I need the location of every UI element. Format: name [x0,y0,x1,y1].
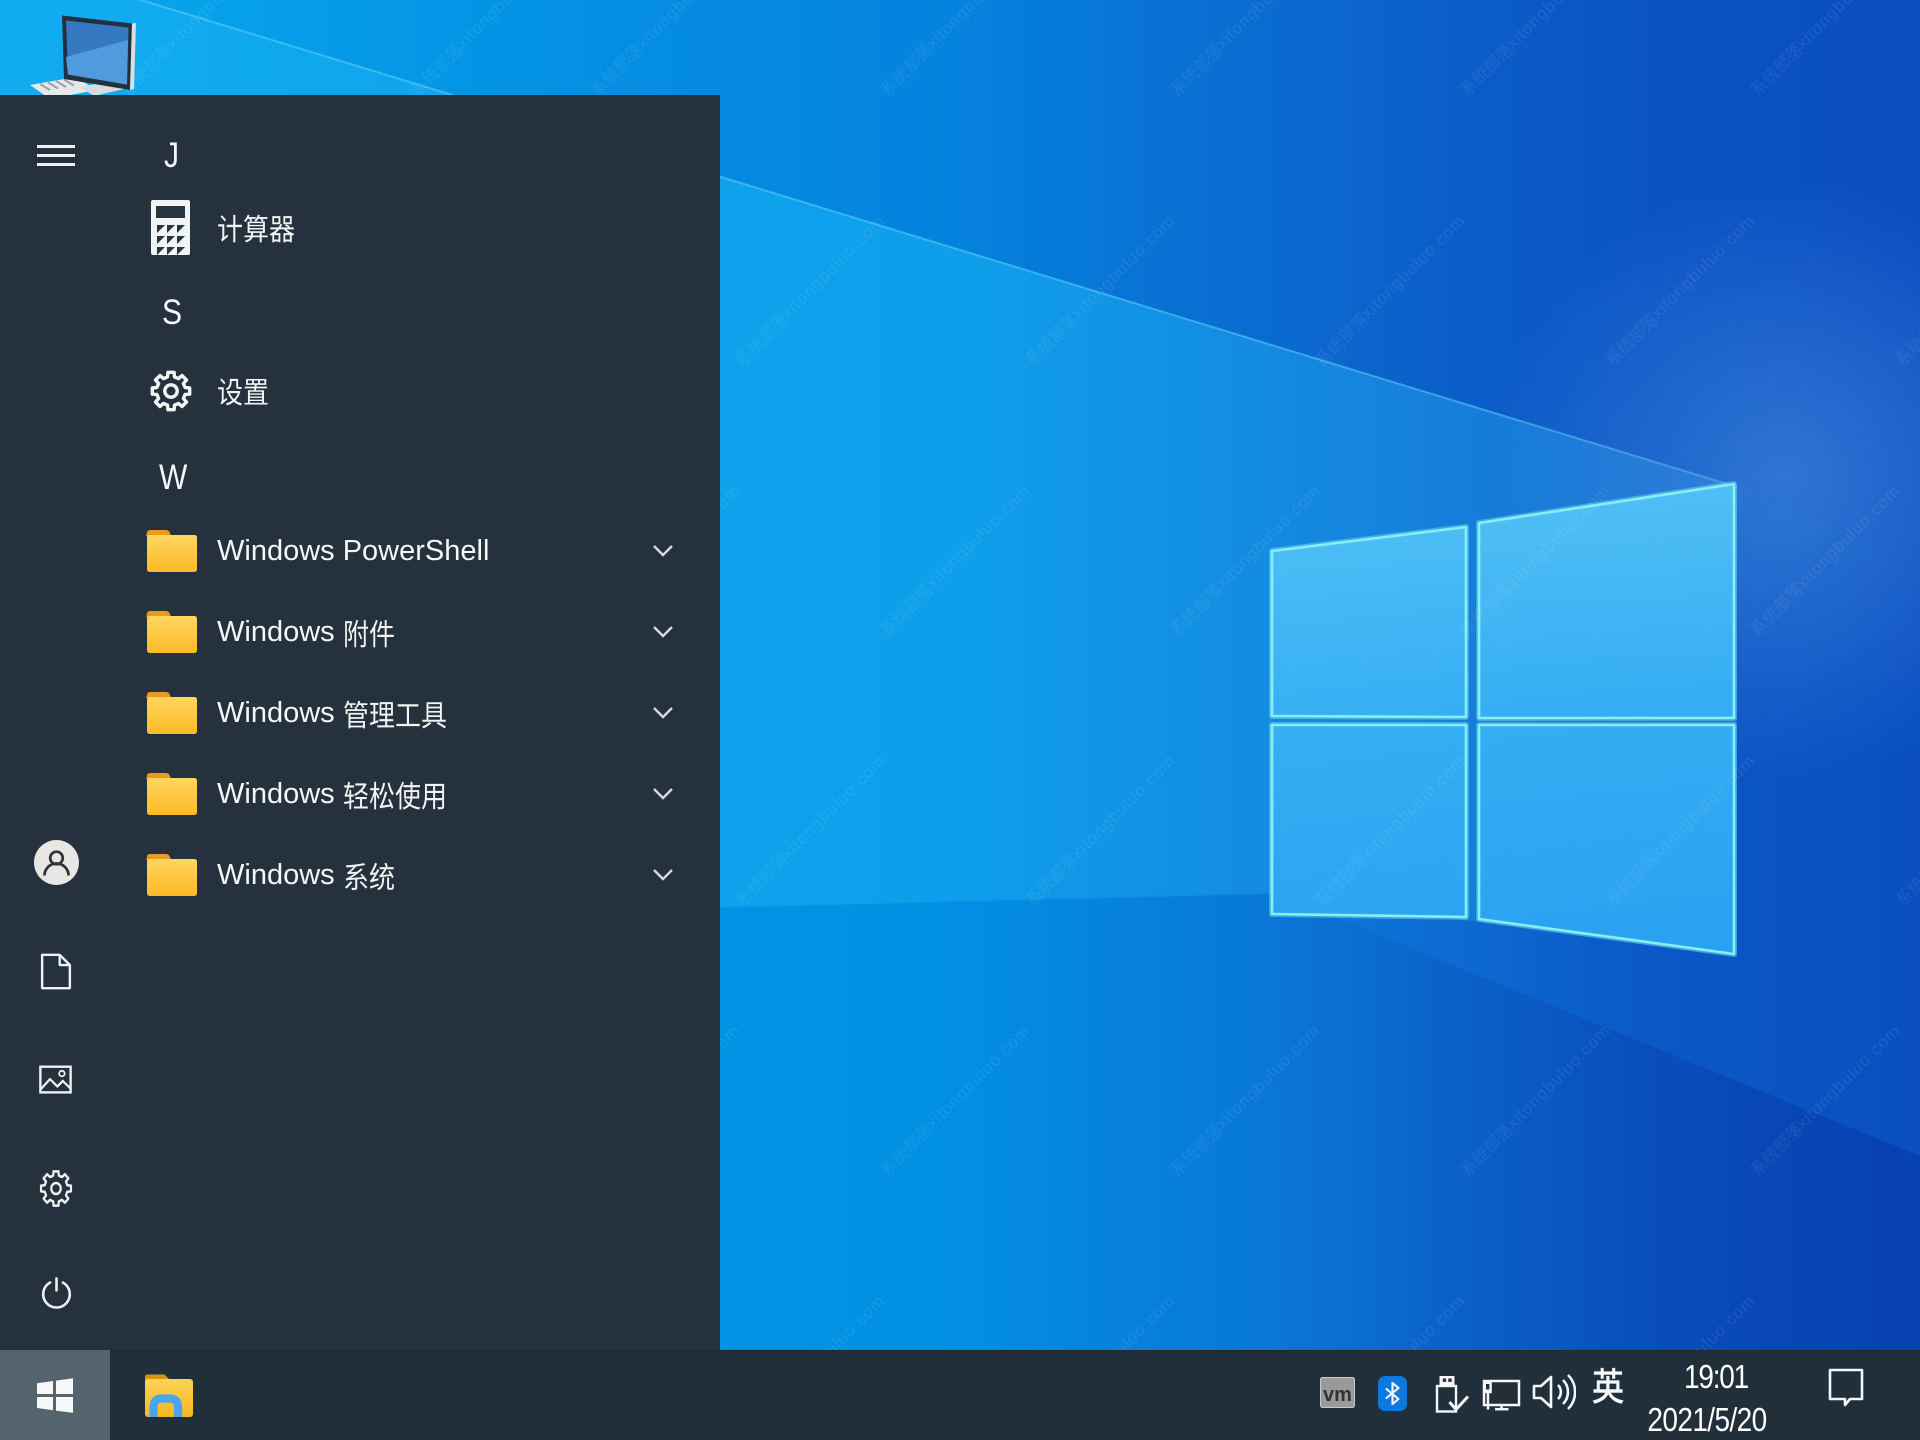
svg-text:vm: vm [1323,1384,1352,1406]
